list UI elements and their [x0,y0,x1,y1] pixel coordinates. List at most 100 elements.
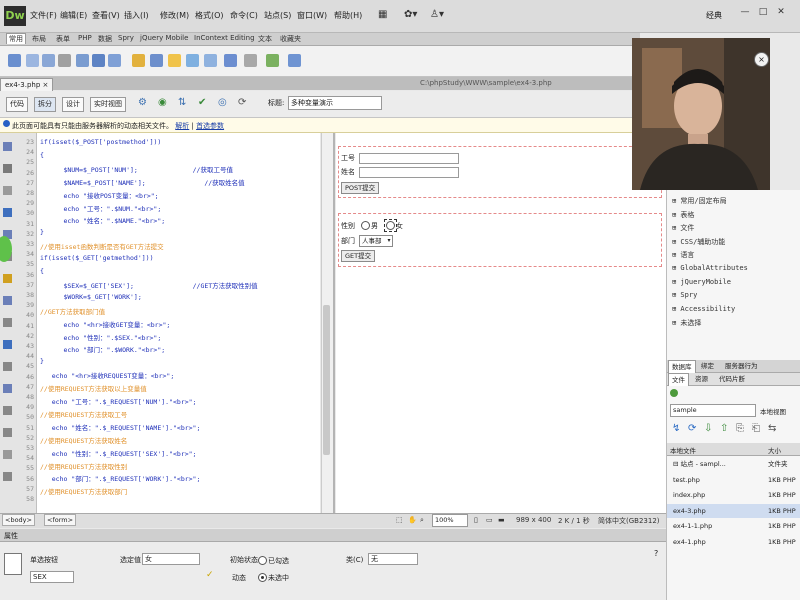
check-out-icon[interactable]: ⎘ [736,423,744,434]
webcam-close-button[interactable]: × [754,52,769,67]
site-select[interactable]: sample [670,404,756,417]
site-root-row[interactable]: ⊟ 站点 - sampl... 文件夹 [667,457,800,471]
minimize-button[interactable]: — [738,7,752,19]
apply-comment-icon[interactable] [3,384,12,393]
hyperlink-icon[interactable] [8,54,21,67]
document-tab[interactable]: ex4-3.php × [0,78,54,91]
name-field[interactable] [359,167,459,178]
checked-value-input[interactable]: 女 [142,553,200,565]
tab-common[interactable]: 常用 [6,33,26,44]
file-row[interactable]: ex4-3.php 1KB PHP [667,503,800,518]
site-view-select[interactable]: 本地视图 [760,406,786,416]
tab-forms[interactable]: 表单 [54,34,72,44]
collapse-selection-icon[interactable] [3,186,12,195]
properties-header[interactable] [0,529,666,542]
menu-file[interactable]: 文件(F) [30,10,57,21]
move-css-icon[interactable] [3,472,12,481]
tab-spry[interactable]: Spry [116,34,136,42]
div-icon[interactable] [92,54,105,67]
email-link-icon[interactable] [26,54,39,67]
dynamic-icon[interactable]: ✓ [206,570,214,580]
remove-comment-icon[interactable] [3,406,12,415]
file-management-icon[interactable]: ⇅ [178,97,186,108]
refresh-files-icon[interactable]: ⟳ [688,423,696,434]
tab-databases[interactable]: 数据库 [668,360,696,373]
files-col-size[interactable]: 大小 [768,445,781,455]
recent-snippets-icon[interactable] [3,450,12,459]
highlight-invalid-icon[interactable] [3,296,12,305]
menu-modify[interactable]: 修改(M) [160,10,189,21]
sex-male-radio[interactable] [361,221,370,230]
get-files-icon[interactable]: ⇩ [704,423,712,434]
close-button[interactable]: ✕ [774,7,788,19]
collapse-tag-icon[interactable] [3,164,12,173]
field-name-input[interactable]: SEX [30,571,74,583]
insert-category[interactable]: ⊞ Spry [672,291,697,299]
line-numbers-icon[interactable] [3,274,12,283]
menu-help[interactable]: 帮助(H) [334,10,362,21]
tab-favorites[interactable]: 收藏夹 [278,34,303,44]
menu-insert[interactable]: 插入(I) [124,10,149,21]
menu-format[interactable]: 格式(O) [195,10,224,21]
date-icon[interactable] [150,54,163,67]
image-icon[interactable] [108,54,121,67]
file-row[interactable]: ex4-1.php 1KB PHP [667,535,800,549]
menu-window[interactable]: 窗口(W) [297,10,327,21]
code-scrollbar-thumb[interactable] [323,305,330,455]
file-row[interactable]: test.php 1KB PHP [667,473,800,487]
post-submit-button[interactable]: POST提交 [341,182,380,194]
menu-edit[interactable]: 编辑(E) [60,10,87,21]
tablet-size-icon[interactable]: ▭ [486,516,493,524]
template-icon[interactable] [244,54,257,67]
horizontal-rule-icon[interactable] [58,54,71,67]
tab-bindings[interactable]: 绑定 [698,360,717,372]
tag-chooser-icon[interactable] [266,54,279,67]
site-icon[interactable]: ♙▾ [430,9,444,20]
open-documents-icon[interactable] [3,142,12,151]
preferences-link[interactable]: 首选参数 [196,122,224,130]
select-tool-icon[interactable]: ⬚ [396,516,403,524]
check-browser-icon[interactable]: ✔ [198,97,206,108]
menu-view[interactable]: 查看(V) [92,10,120,21]
sync-icon[interactable]: ⇆ [768,423,776,434]
design-view-button[interactable]: 设计 [62,97,84,112]
zoom-select[interactable]: 100% [432,514,468,527]
workspace-switcher[interactable]: 经典 [706,10,722,21]
expand-all-icon[interactable] [3,208,12,217]
state-checked-radio[interactable] [258,556,267,565]
files-col-name[interactable]: 本地文件 [670,445,696,455]
get-submit-button[interactable]: GET提交 [341,250,376,262]
media-icon[interactable] [132,54,145,67]
refresh-icon[interactable]: ⟳ [238,97,246,108]
split-view-button[interactable]: 拆分 [34,97,56,112]
tab-assets[interactable]: 资源 [692,373,711,385]
insert-category[interactable]: ⊞ 表格 [672,210,694,220]
menu-command[interactable]: 命令(C) [230,10,258,21]
insert-category[interactable]: ⊞ 语言 [672,250,694,260]
help-icon[interactable]: ? [654,549,658,558]
server-side-include-icon[interactable] [168,54,181,67]
insert-category[interactable]: ⊞ GlobalAttributes [672,264,748,272]
live-view-button[interactable]: 实时视图 [90,97,126,112]
menu-site[interactable]: 站点(S) [264,10,291,21]
desktop-size-icon[interactable]: ▬ [498,516,505,524]
preview-icon[interactable]: ◉ [158,97,167,108]
tab-layout[interactable]: 布局 [30,34,48,44]
put-files-icon[interactable]: ⇧ [720,423,728,434]
tab-text[interactable]: 文本 [256,34,274,44]
info-icon[interactable] [3,362,12,371]
insert-category[interactable]: ⊞ CSS/辅助功能 [672,237,725,247]
wrap-tag-icon[interactable] [3,428,12,437]
tab-snippets[interactable]: 代码片断 [716,373,748,385]
multiscreen-icon[interactable]: ⚙ [138,97,147,108]
state-unchecked-radio[interactable] [258,573,267,582]
insert-category[interactable]: ⊞ jQueryMobile [672,278,731,286]
insert-category[interactable]: ⊞ Accessibility [672,305,735,313]
script-icon[interactable] [224,54,237,67]
check-in-icon[interactable]: ⎗ [752,423,760,434]
insert-category[interactable]: ⊞ 未选择 [672,318,701,328]
named-anchor-icon[interactable] [42,54,55,67]
tag-selector-form[interactable]: <form> [44,514,77,526]
word-wrap-icon[interactable] [3,340,12,349]
tag-selector-body[interactable]: <body> [2,514,35,526]
